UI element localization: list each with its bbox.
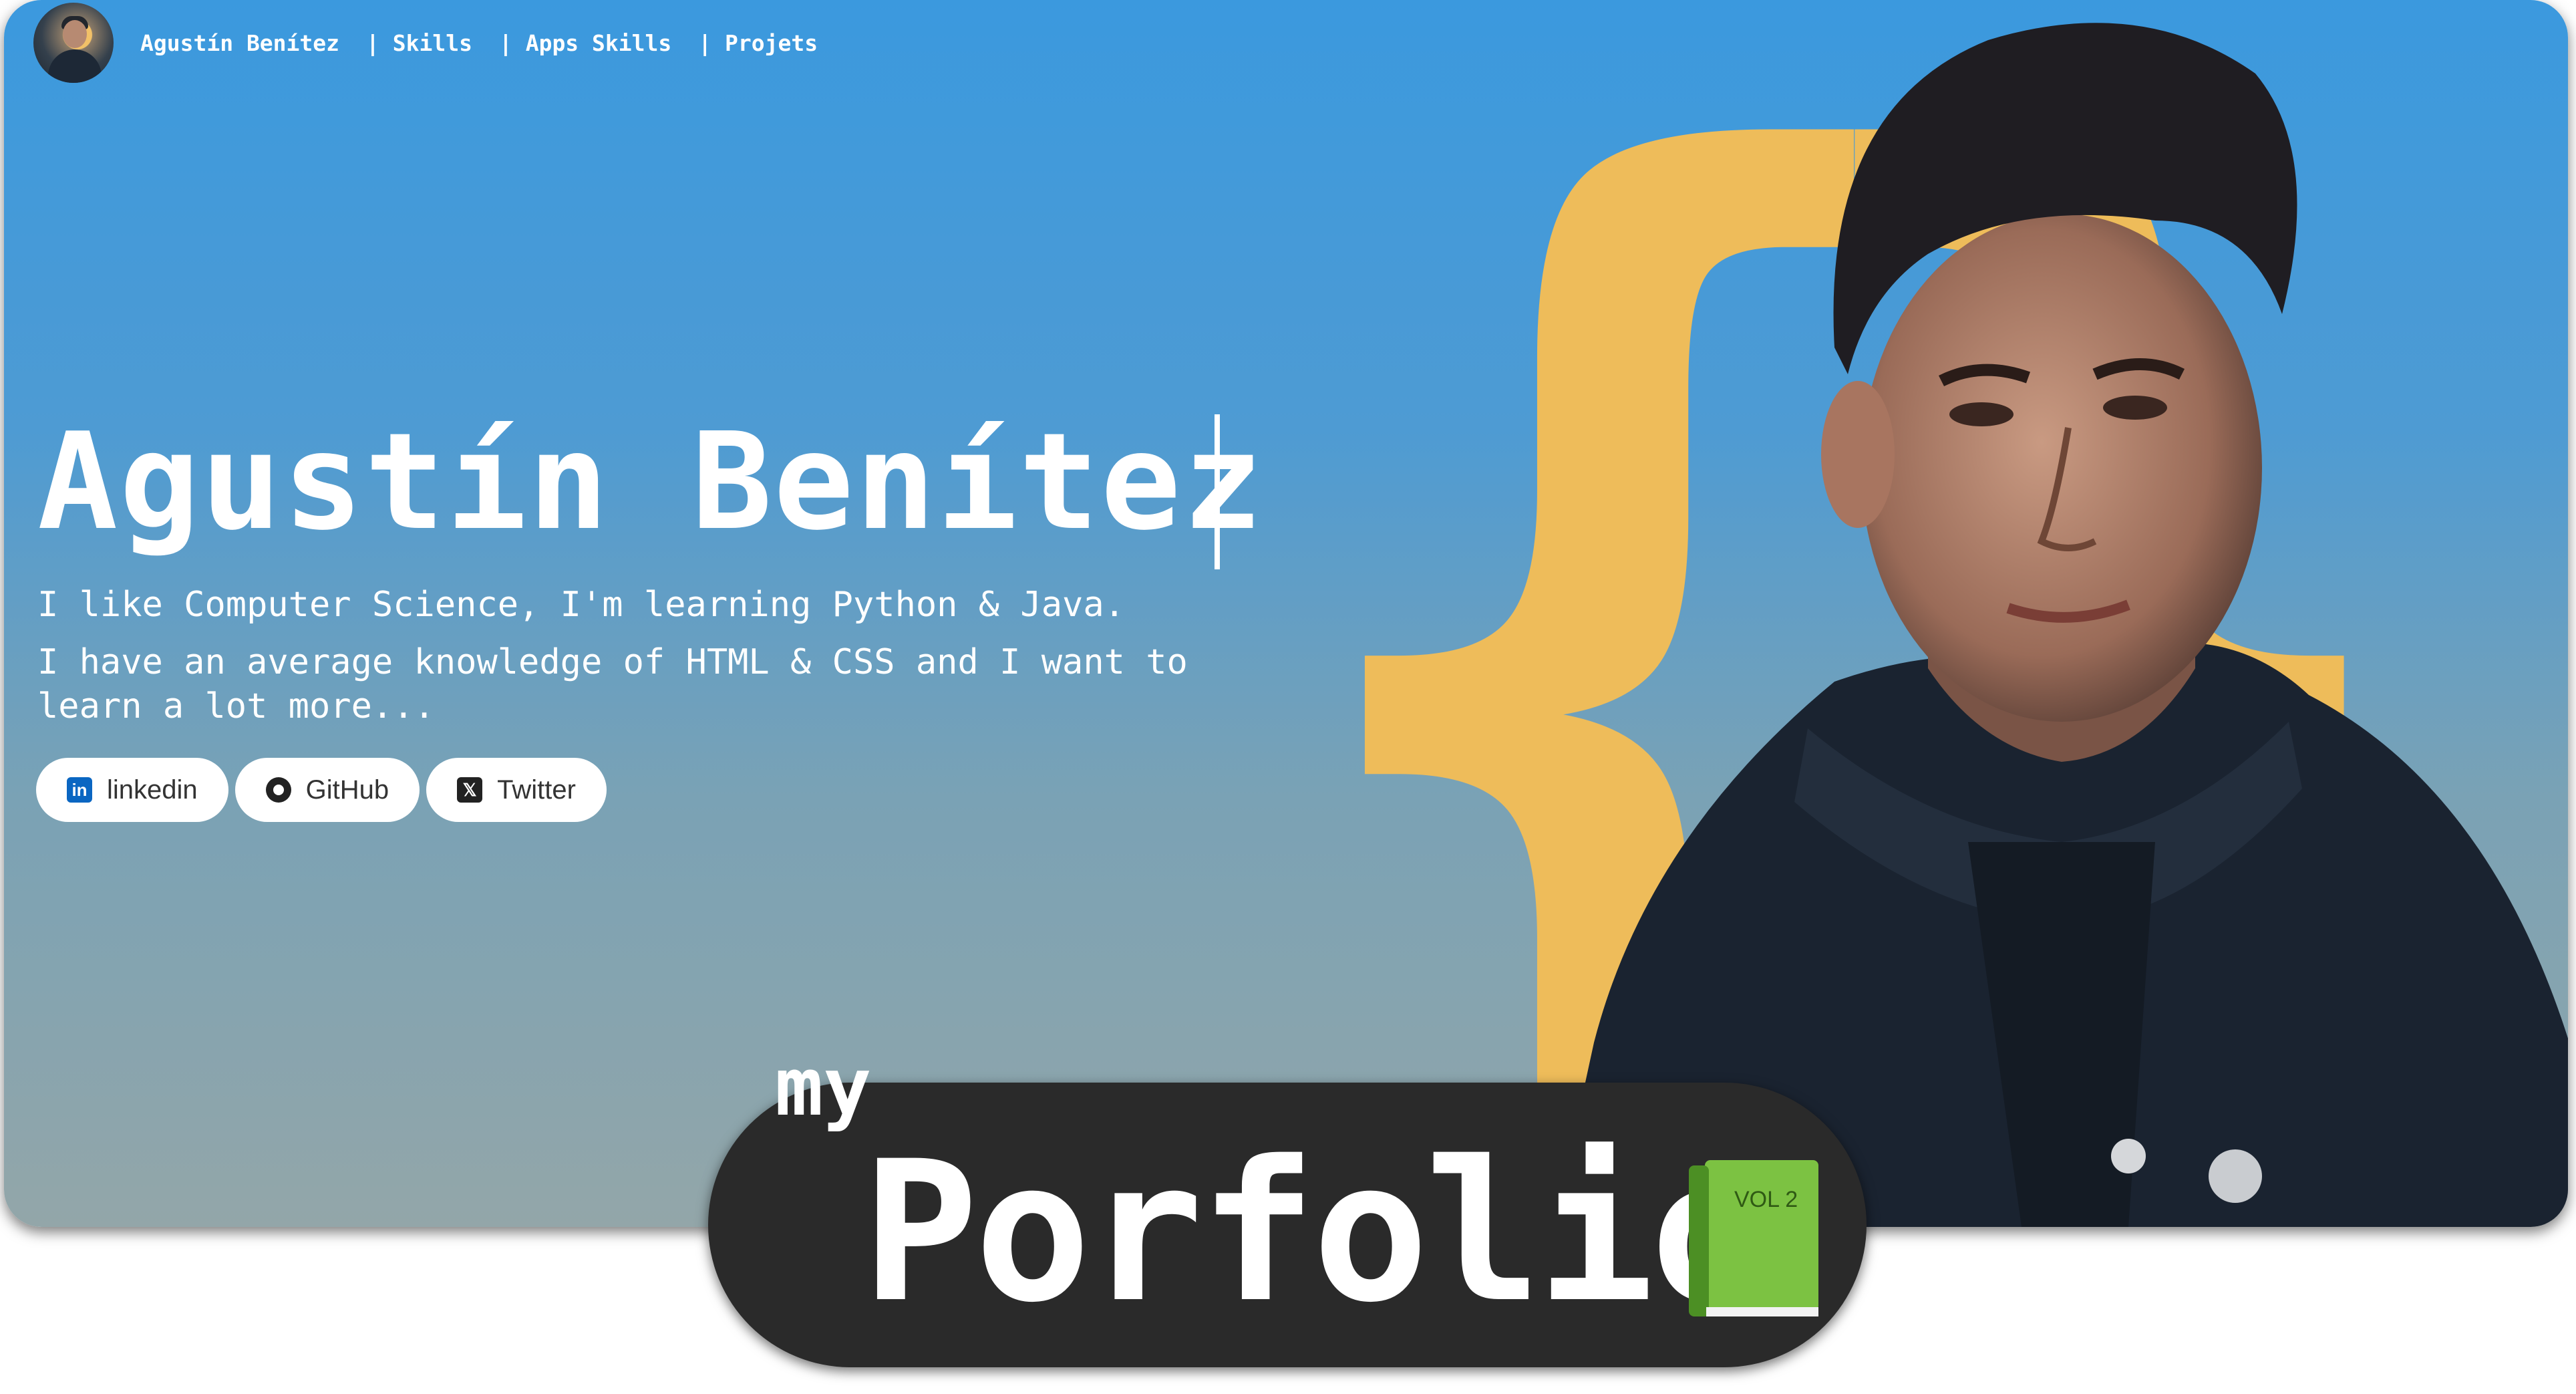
linkedin-icon: in [67,777,92,803]
hero-intro-line-2: I have an average knowledge of HTML & CS… [37,642,1188,726]
typing-caret [1215,414,1220,569]
avatar[interactable] [33,3,114,83]
nav-link-home[interactable]: Agustín Benítez [140,30,339,56]
nav-links: Agustín Benítez | Skills | Apps Skills |… [140,30,844,56]
portrait-photo [1554,23,2568,1227]
hero-card: { } [4,0,2568,1227]
top-nav: Agustín Benítez | Skills | Apps Skills |… [33,3,844,83]
hero-name: Agustín Benítez [37,404,1265,560]
github-button[interactable]: GitHub [234,758,420,822]
avatar-head [63,20,87,48]
twitter-label: Twitter [497,775,576,805]
nav-link-projets[interactable]: | Projets [698,30,818,56]
linkedin-button[interactable]: in linkedin [36,758,228,822]
green-book-icon: VOL 2 [1689,1160,1818,1316]
linkedin-label: linkedin [107,775,198,805]
page: { } [0,0,2576,1394]
twitter-button[interactable]: 𝕏 Twitter [426,758,607,822]
hero-intro-line-1: I like Computer Science, I'm learning Py… [37,585,1125,625]
x-icon: 𝕏 [457,777,483,803]
nav-link-skills[interactable]: | Skills [366,30,472,56]
avatar-body [48,49,102,83]
github-icon [265,777,291,803]
book-label: VOL 2 [1734,1187,1798,1212]
social-buttons: in linkedin GitHub 𝕏 Twitter [36,758,607,822]
github-label: GitHub [305,775,389,805]
banner-title: Porfolio [862,1120,1767,1345]
nav-link-apps-skills[interactable]: | Apps Skills [499,30,671,56]
banner-prefix: my [775,1041,872,1134]
